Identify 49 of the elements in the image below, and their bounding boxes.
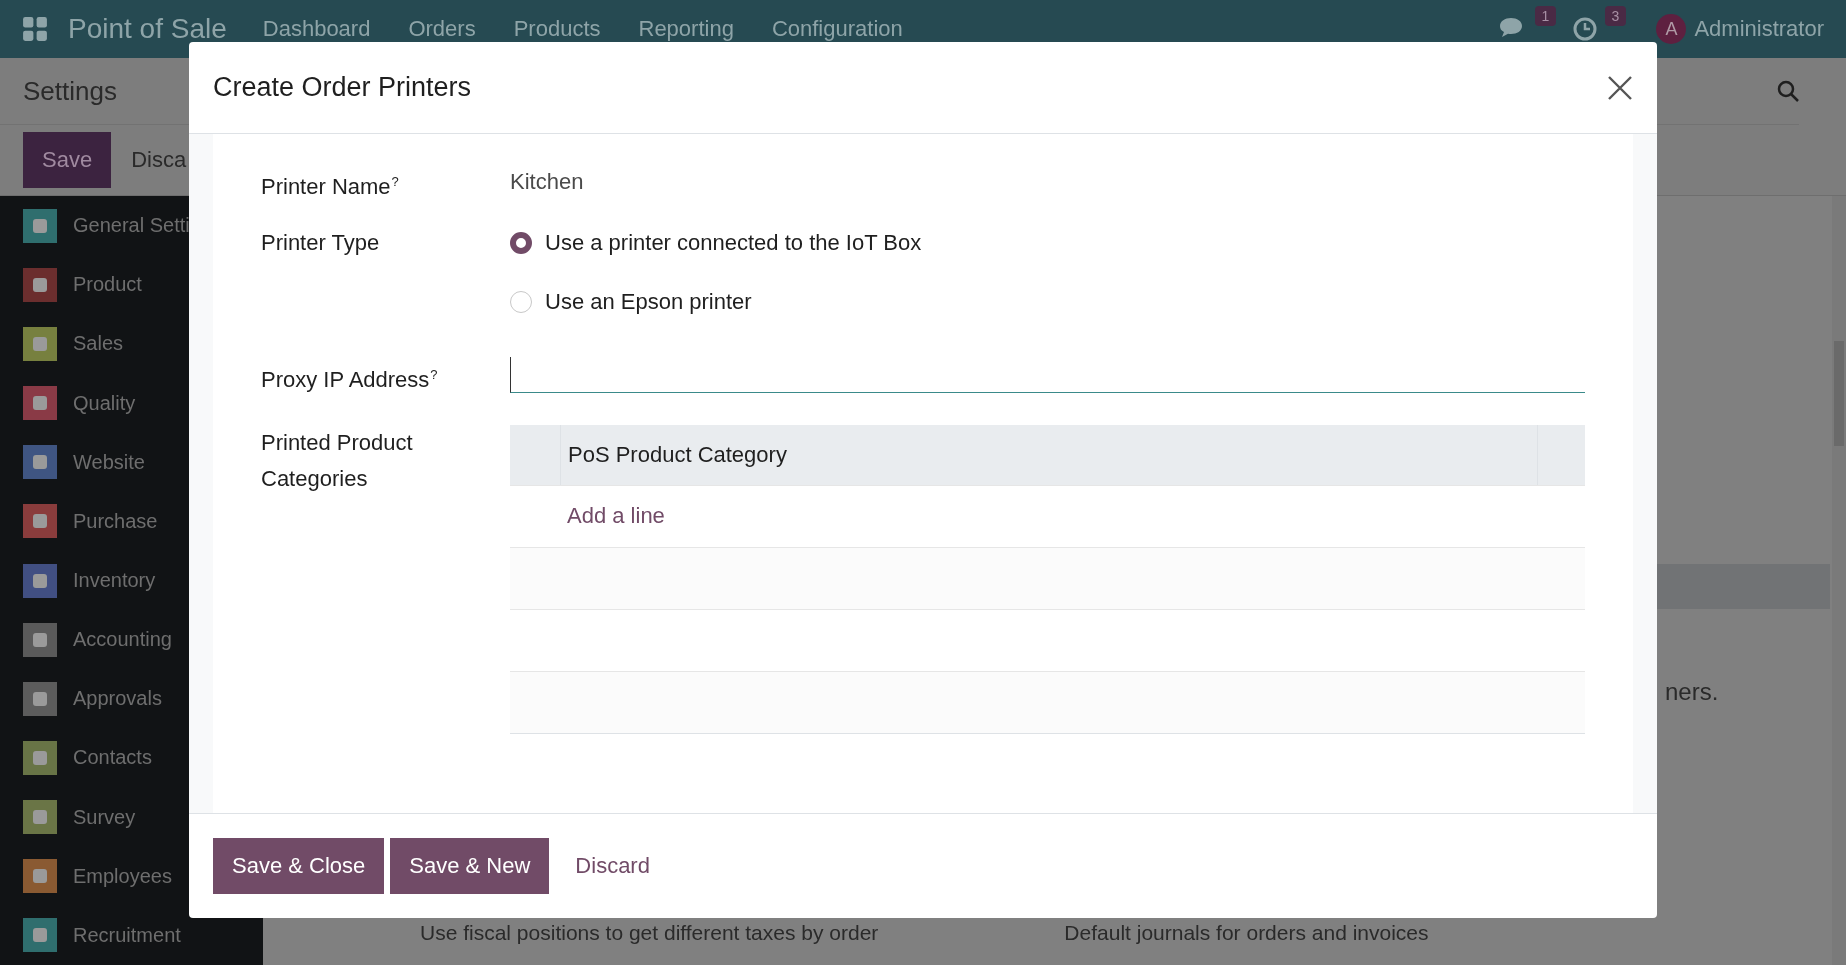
search-icon[interactable] bbox=[1776, 79, 1800, 103]
setting-description: Use fiscal positions to get different taxes by order bbox=[420, 921, 879, 945]
save-button[interactable]: Save bbox=[23, 132, 112, 188]
field-label: Printer Name bbox=[261, 174, 391, 200]
sidebar-item[interactable]: Recruitment bbox=[73, 923, 181, 947]
sidebar-item[interactable]: General Setti bbox=[73, 214, 190, 238]
field-label: Proxy IP Address bbox=[261, 367, 430, 393]
field-label: Printed Product Categories bbox=[261, 429, 413, 491]
sidebar-item[interactable]: Employees bbox=[73, 864, 172, 888]
app-name[interactable]: Point of Sale bbox=[68, 13, 227, 45]
radio-label[interactable]: Use an Epson printer bbox=[545, 289, 752, 316]
help-marker[interactable]: ? bbox=[391, 174, 399, 189]
menu-item[interactable]: Configuration bbox=[771, 16, 903, 42]
notification-badge: 1 bbox=[1534, 6, 1557, 26]
sidebar-item[interactable]: Approvals bbox=[73, 687, 162, 711]
user-avatar[interactable]: A bbox=[1656, 14, 1687, 44]
sidebar-item[interactable]: Accounting bbox=[73, 628, 172, 652]
sidebar-item[interactable]: Survey bbox=[73, 805, 136, 829]
help-marker[interactable]: ? bbox=[430, 367, 438, 383]
clock-icon[interactable] bbox=[1572, 16, 1599, 42]
primary-button[interactable]: Save & New bbox=[390, 838, 550, 894]
sidebar-item[interactable]: Contacts bbox=[73, 746, 152, 770]
radio-button[interactable] bbox=[510, 232, 532, 255]
field-value: Kitchen bbox=[510, 169, 584, 194]
sidebar-item[interactable]: Purchase bbox=[73, 509, 158, 533]
discard-button[interactable]: Disca bbox=[119, 147, 199, 173]
sidebar-item[interactable]: Sales bbox=[73, 332, 124, 356]
apps-grid-icon[interactable] bbox=[22, 16, 48, 42]
user-name[interactable]: Administrator bbox=[1694, 16, 1824, 42]
menu-item[interactable]: Dashboard bbox=[262, 16, 371, 42]
menu-item[interactable]: Reporting bbox=[638, 16, 734, 42]
menu-item[interactable]: Orders bbox=[408, 16, 476, 42]
setting-description: ners. bbox=[1665, 678, 1719, 706]
field-label: Printer Type bbox=[261, 230, 380, 256]
discard-button[interactable]: Discard bbox=[555, 853, 670, 879]
close-icon[interactable] bbox=[1607, 74, 1633, 101]
column-header[interactable]: PoS Product Category bbox=[561, 441, 1537, 468]
primary-button[interactable]: Save & Close bbox=[213, 838, 385, 894]
notification-badge: 3 bbox=[1604, 6, 1627, 26]
setting-description: Default journals for orders and invoices bbox=[1064, 921, 1429, 945]
menu-item[interactable]: Products bbox=[513, 16, 601, 42]
sidebar-item[interactable]: Inventory bbox=[73, 569, 156, 592]
sidebar-item[interactable]: Product bbox=[73, 273, 142, 297]
radio-label[interactable]: Use a printer connected to the IoT Box bbox=[545, 230, 922, 257]
sidebar-item[interactable]: Quality bbox=[73, 391, 136, 415]
dialog-title: Create Order Printers bbox=[213, 72, 472, 103]
sidebar-item[interactable]: Website bbox=[73, 450, 145, 474]
page-title: Settings bbox=[23, 75, 117, 107]
add-line-link[interactable]: Add a line bbox=[567, 503, 665, 530]
